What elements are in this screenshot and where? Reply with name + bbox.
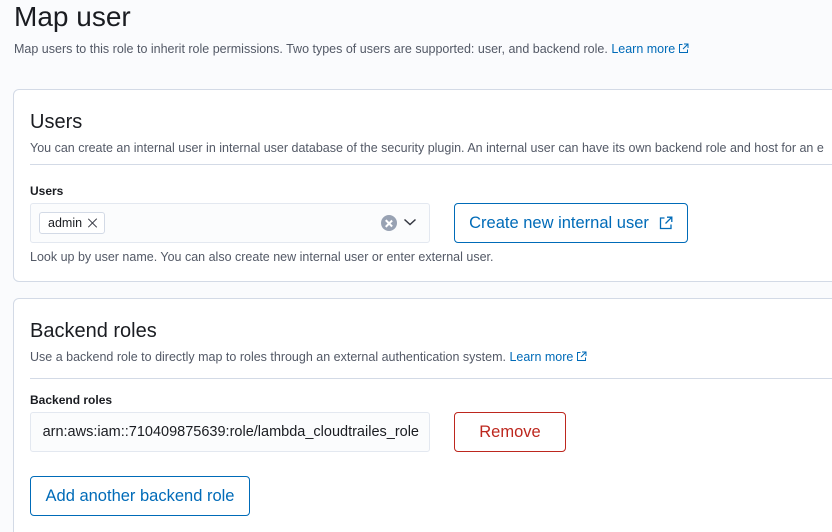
backend-roles-panel: Backend roles Use a backend role to dire… <box>13 298 832 532</box>
clear-icon[interactable] <box>381 215 397 231</box>
users-combobox[interactable]: admin <box>30 203 430 243</box>
user-pill-label: admin <box>48 216 83 230</box>
backend-learn-more-label: Learn more <box>509 350 574 364</box>
backend-roles-panel-title: Backend roles <box>30 320 157 342</box>
learn-more-link[interactable]: Learn more <box>611 42 689 56</box>
users-help-text: Look up by user name. You can also creat… <box>30 250 494 264</box>
users-panel-description: You can create an internal user in inter… <box>30 141 824 155</box>
backend-learn-more-link[interactable]: Learn more <box>509 350 587 364</box>
backend-roles-panel-divider <box>30 378 832 379</box>
remove-backend-role-button[interactable]: Remove <box>454 412 566 452</box>
backend-role-input[interactable] <box>30 412 430 452</box>
external-link-icon <box>679 43 689 53</box>
add-backend-role-button[interactable]: Add another backend role <box>30 476 250 516</box>
users-panel-divider <box>30 164 832 165</box>
backend-roles-description-text: Use a backend role to directly map to ro… <box>30 350 506 364</box>
page-description: Map users to this role to inherit role p… <box>14 41 689 57</box>
map-user-page: Map user Map users to this role to inher… <box>0 0 832 532</box>
external-link-icon <box>577 351 587 361</box>
add-backend-role-label: Add another backend role <box>45 486 235 505</box>
external-link-icon <box>659 216 673 230</box>
create-internal-user-label: Create new internal user <box>469 213 649 232</box>
backend-roles-field-label: Backend roles <box>30 393 113 407</box>
learn-more-label: Learn more <box>611 42 676 56</box>
backend-roles-panel-description: Use a backend role to directly map to ro… <box>30 349 587 365</box>
remove-backend-role-label: Remove <box>479 422 541 441</box>
close-icon[interactable] <box>88 218 98 228</box>
page-title: Map user <box>14 1 131 32</box>
page-description-text: Map users to this role to inherit role p… <box>14 42 608 56</box>
users-field-label: Users <box>30 184 64 198</box>
create-internal-user-button[interactable]: Create new internal user <box>454 203 688 243</box>
chevron-down-icon[interactable] <box>403 217 417 227</box>
users-panel: Users You can create an internal user in… <box>13 89 832 282</box>
users-panel-title: Users <box>30 111 83 133</box>
user-pill-admin: admin <box>39 212 106 234</box>
